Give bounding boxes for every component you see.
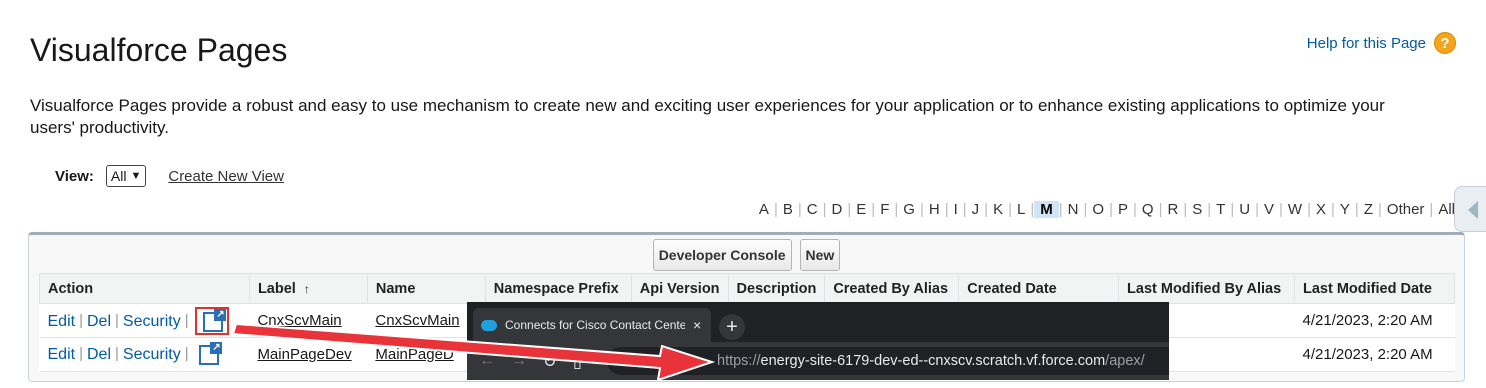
column-header-name[interactable]: Name [366,273,486,304]
alphabet-letter-q[interactable]: Q [1137,201,1159,218]
list-buttons: Developer Console New [29,239,1464,271]
highlight-box: ↗ [194,306,229,335]
alphabet-filter: A | B | C | D | E | F | G | H | I | J | K | L | M | N | O | P | Q | R | S | T |… [754,201,1460,218]
column-header-label-text: Label [257,280,296,297]
browser-overlay: Connects for Cisco Contact Cente × + ← →… [467,302,1169,380]
help-section: Help for this Page ? [1307,32,1456,54]
alphabet-letter-other[interactable]: Other [1382,201,1430,218]
view-filter: View: All ▼ Create New View [55,165,284,187]
forward-arrow-icon[interactable]: → [511,352,527,370]
alphabet-letter-d[interactable]: D [827,201,848,218]
name-link[interactable]: MainPageD [375,346,453,363]
del-link[interactable]: Del [87,312,111,329]
edit-link[interactable]: Edit [48,312,76,329]
alphabet-letter-h[interactable]: H [924,201,945,218]
developer-console-button[interactable]: Developer Console [652,239,792,271]
table-header-row: Action Label ↑ Name Namespace Prefix Api… [39,273,1455,304]
alphabet-letter-o[interactable]: O [1087,201,1109,218]
alphabet-letter-n[interactable]: N [1063,201,1084,218]
address-bar[interactable]: https://energy-site-6179-dev-ed--cnxscv.… [607,347,1169,375]
column-header-namespace-prefix[interactable]: Namespace Prefix [484,273,632,304]
alphabet-letter-e[interactable]: E [851,201,871,218]
alphabet-letter-z[interactable]: Z [1359,201,1378,218]
question-icon[interactable]: ? [1434,32,1456,54]
row-actions: Edit | Del | Security | ↗ [39,337,250,372]
page-description: Visualforce Pages provide a robust and e… [30,96,1385,137]
row-last-modified-date: 4/21/2023, 2:20 AM [1294,337,1455,372]
del-link[interactable]: Del [87,345,111,362]
alphabet-letter-m[interactable]: M [1034,201,1059,218]
help-link[interactable]: Help for this Page [1307,35,1426,52]
alphabet-letter-l[interactable]: L [1012,201,1030,218]
column-header-action: Action [39,273,250,304]
alphabet-letter-x[interactable]: X [1311,201,1331,218]
alphabet-letter-s[interactable]: S [1187,201,1207,218]
row-label[interactable]: MainPageDev [249,337,368,372]
label-link[interactable]: CnxScvMain [257,312,341,329]
page-title: Visualforce Pages [30,32,288,68]
column-header-created-by-alias[interactable]: Created By Alias [824,273,960,304]
back-arrow-icon[interactable]: ← [479,352,495,370]
alphabet-letter-y[interactable]: Y [1335,201,1355,218]
view-select-value: All [110,168,127,184]
label-link[interactable]: MainPageDev [257,346,351,363]
alphabet-letter-a[interactable]: A [754,201,774,218]
sidebar-toggle[interactable] [1454,186,1486,232]
row-actions: Edit | Del | Security | ↗ [39,303,250,338]
alphabet-letter-j[interactable]: J [967,201,985,218]
close-icon[interactable]: × [693,317,701,333]
column-header-created-date[interactable]: Created Date [958,273,1120,304]
salesforce-cloud-icon [481,319,497,331]
alphabet-letter-t[interactable]: T [1211,201,1230,218]
reload-icon[interactable]: ↻ [543,352,556,372]
alphabet-letter-f[interactable]: F [875,201,894,218]
alphabet-letter-i[interactable]: I [949,201,963,218]
alphabet-letter-p[interactable]: P [1113,201,1133,218]
alphabet-letter-w[interactable]: W [1283,201,1307,218]
column-header-description[interactable]: Description [727,273,826,304]
alphabet-letter-v[interactable]: V [1259,201,1279,218]
security-link[interactable]: Security [123,345,181,362]
alphabet-letter-b[interactable]: B [778,201,798,218]
row-last-modified-date: 4/21/2023, 2:20 AM [1294,303,1455,338]
sort-ascending-icon: ↑ [303,281,310,296]
view-select[interactable]: All ▼ [105,165,147,187]
collapse-arrow-icon [1468,201,1478,219]
security-link[interactable]: Security [123,312,181,329]
chevron-down-icon: ▼ [130,170,142,182]
create-new-view-link[interactable]: Create New View [168,168,284,185]
column-header-label[interactable]: Label ↑ [248,273,368,304]
address-bar-url: https://energy-site-6179-dev-ed--cnxscv.… [717,353,1145,369]
alphabet-letter-r[interactable]: R [1162,201,1183,218]
open-in-new-window-icon[interactable]: ↗ [198,341,222,365]
column-header-last-modified-by-alias[interactable]: Last Modified By Alias [1118,273,1295,304]
column-header-api-version[interactable]: Api Version [630,273,729,304]
alphabet-letter-k[interactable]: K [988,201,1008,218]
browser-tab-title: Connects for Cisco Contact Cente [505,318,685,332]
new-button[interactable]: New [799,239,841,271]
name-link[interactable]: CnxScvMain [375,312,459,329]
alphabet-letter-u[interactable]: U [1234,201,1255,218]
open-in-new-window-icon[interactable]: ↗ [202,308,226,332]
edit-link[interactable]: Edit [48,345,76,362]
row-label[interactable]: CnxScvMain [249,303,368,338]
alphabet-letter-g[interactable]: G [898,201,920,218]
clipboard-icon[interactable]: ▯ [573,352,582,372]
browser-tab[interactable]: Connects for Cisco Contact Cente × [473,308,711,342]
column-header-last-modified-date[interactable]: Last Modified Date [1294,273,1455,304]
browser-toolbar: ← → ↻ ▯ https://energy-site-6179-dev-ed-… [467,342,1169,380]
alphabet-letter-c[interactable]: C [802,201,823,218]
new-tab-button[interactable]: + [719,314,745,340]
view-label: View: [55,167,94,185]
